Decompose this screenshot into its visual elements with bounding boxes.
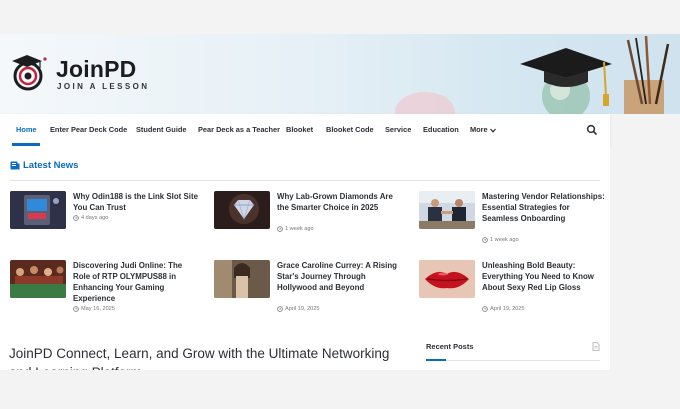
post-title[interactable]: Unleashing Bold Beauty: Everything You N… bbox=[482, 260, 607, 293]
post-date: 1 week ago bbox=[277, 226, 314, 232]
post-title[interactable]: Why Lab-Grown Diamonds Are the Smarter C… bbox=[277, 191, 402, 213]
nav-item-blooket[interactable]: Blooket bbox=[286, 125, 313, 134]
nav-item-student-guide[interactable]: Student Guide bbox=[136, 125, 187, 134]
latest-news-heading: Latest News bbox=[10, 160, 78, 171]
latest-news-label: Latest News bbox=[23, 160, 79, 171]
post-date-text: April 19, 2025 bbox=[490, 306, 525, 312]
recent-posts-divider bbox=[426, 360, 600, 361]
nav-item-education[interactable]: Education bbox=[423, 125, 459, 134]
news-post[interactable]: Mastering Vendor Relationships: Essentia… bbox=[419, 191, 609, 257]
post-date: April 19, 2025 bbox=[482, 306, 525, 312]
nav-item-more[interactable]: More bbox=[470, 125, 496, 134]
post-date-text: 4 days ago bbox=[81, 215, 109, 221]
post-date: May 16, 2025 bbox=[73, 306, 115, 312]
header-banner: JoinPD JOIN A LESSON bbox=[0, 34, 680, 114]
recent-posts-accent bbox=[426, 359, 446, 361]
clock-icon bbox=[277, 306, 283, 312]
post-date: 4 days ago bbox=[73, 215, 108, 221]
post-date-text: April 19, 2025 bbox=[285, 306, 320, 312]
clock-icon bbox=[482, 306, 488, 312]
main-nav: Home Enter Pear Deck Code Student Guide … bbox=[0, 114, 610, 146]
post-date-text: 1 week ago bbox=[285, 226, 314, 232]
clock-icon bbox=[73, 215, 79, 221]
post-thumbnail[interactable] bbox=[419, 260, 475, 298]
post-date: 1 week ago bbox=[482, 237, 519, 243]
news-post[interactable]: Why Lab-Grown Diamonds Are the Smarter C… bbox=[214, 191, 404, 257]
news-icon bbox=[10, 161, 20, 170]
top-strip bbox=[0, 0, 680, 34]
post-date-text: May 16, 2025 bbox=[81, 306, 115, 312]
clock-icon bbox=[73, 306, 79, 312]
logo-icon[interactable] bbox=[10, 52, 50, 92]
bottom-strip bbox=[0, 370, 680, 409]
post-title[interactable]: Why Odin188 is the Link Slot Site You Ca… bbox=[73, 191, 198, 213]
site-tagline: JOIN A LESSON bbox=[57, 82, 150, 91]
news-post[interactable]: Unleashing Bold Beauty: Everything You N… bbox=[419, 260, 609, 326]
nav-item-home[interactable]: Home bbox=[16, 125, 37, 134]
nav-item-enter-pear-deck-code[interactable]: Enter Pear Deck Code bbox=[50, 125, 127, 134]
section-divider bbox=[10, 180, 600, 181]
site-title[interactable]: JoinPD bbox=[56, 56, 136, 83]
post-thumbnail[interactable] bbox=[10, 260, 66, 298]
post-title[interactable]: Discovering Judi Online: The Role of RTP… bbox=[73, 260, 198, 304]
post-title[interactable]: Grace Caroline Currey: A Rising Star's J… bbox=[277, 260, 402, 293]
post-thumbnail[interactable] bbox=[10, 191, 66, 229]
nav-more-label: More bbox=[470, 125, 488, 134]
nav-item-pear-deck-as-teacher[interactable]: Pear Deck as a Teacher bbox=[198, 125, 280, 134]
banner-decoration bbox=[395, 92, 455, 114]
document-icon bbox=[592, 342, 600, 351]
page: JoinPD JOIN A LESSON Home Enter Pear Dec… bbox=[0, 0, 680, 409]
graduation-art-icon bbox=[520, 35, 670, 114]
post-thumbnail[interactable] bbox=[214, 191, 270, 229]
chevron-down-icon bbox=[489, 128, 496, 133]
main-content: Latest News Why Odin188 is the Link Slot… bbox=[0, 146, 610, 380]
news-post[interactable]: Why Odin188 is the Link Slot Site You Ca… bbox=[10, 191, 200, 257]
clock-icon bbox=[277, 226, 283, 232]
news-post[interactable]: Grace Caroline Currey: A Rising Star's J… bbox=[214, 260, 404, 326]
nav-item-service[interactable]: Service bbox=[385, 125, 411, 134]
post-thumbnail[interactable] bbox=[214, 260, 270, 298]
post-date: April 19, 2025 bbox=[277, 306, 320, 312]
post-title[interactable]: Mastering Vendor Relationships: Essentia… bbox=[482, 191, 607, 224]
post-date-text: 1 week ago bbox=[490, 237, 519, 243]
clock-icon bbox=[482, 237, 488, 243]
recent-posts-heading: Recent Posts bbox=[426, 342, 474, 351]
search-icon[interactable] bbox=[586, 124, 598, 136]
post-thumbnail[interactable] bbox=[419, 191, 475, 229]
news-post[interactable]: Discovering Judi Online: The Role of RTP… bbox=[10, 260, 200, 326]
nav-item-blooket-code[interactable]: Blooket Code bbox=[326, 125, 374, 134]
